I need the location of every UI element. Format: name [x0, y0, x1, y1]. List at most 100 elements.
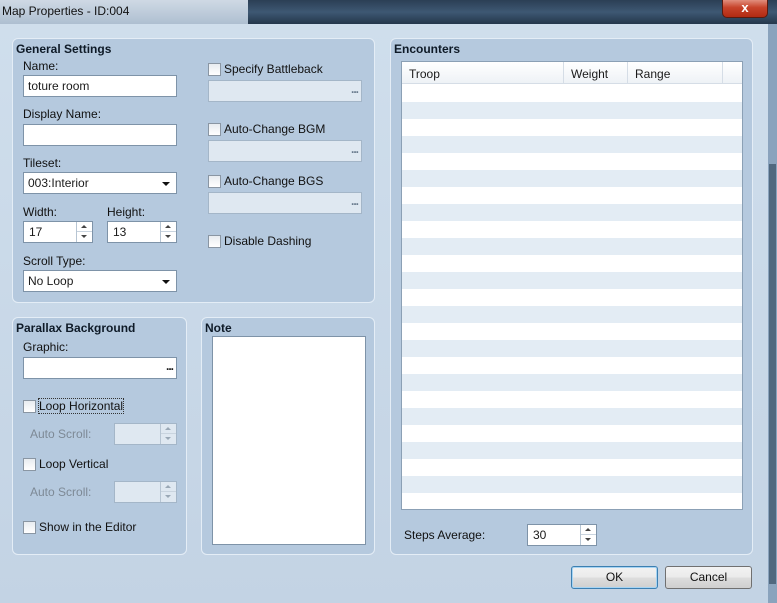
graphic-label: Graphic: [23, 340, 69, 354]
chevron-down-icon [162, 182, 170, 186]
table-row[interactable] [402, 391, 742, 408]
up-arrow-icon [161, 424, 176, 434]
height-up-arrow-icon[interactable] [161, 222, 176, 232]
parallax-background-title: Parallax Background [16, 321, 136, 335]
ok-button[interactable]: OK [571, 566, 658, 589]
checkbox-box[interactable] [23, 399, 36, 413]
table-row[interactable] [402, 187, 742, 204]
tileset-select[interactable]: 003:Interior [23, 172, 177, 194]
table-row[interactable] [402, 221, 742, 238]
width-label: Width: [23, 205, 58, 219]
note-title: Note [205, 321, 232, 335]
loop-vertical-checkbox[interactable]: Loop Vertical [23, 456, 108, 472]
chevron-down-icon [162, 280, 170, 284]
scroll-type-value: No Loop [28, 274, 74, 288]
table-row[interactable] [402, 85, 742, 102]
ellipsis-icon[interactable]: ... [166, 359, 174, 373]
disable-dashing-checkbox[interactable]: Disable Dashing [208, 233, 311, 249]
checkbox-box[interactable] [208, 234, 221, 248]
checkbox-box[interactable] [23, 457, 36, 471]
encounters-table-header: Troop Weight Range [402, 62, 742, 84]
steps-average-label: Steps Average: [404, 528, 486, 542]
parallax-background-group: Parallax Background Graphic: ... Loop Ho… [12, 317, 187, 555]
column-range[interactable]: Range [628, 62, 723, 84]
steps-average-stepper[interactable]: 30 [527, 524, 597, 546]
table-row[interactable] [402, 238, 742, 255]
column-weight[interactable]: Weight [564, 62, 628, 84]
table-row[interactable] [402, 357, 742, 374]
auto-change-bgm-label: Auto-Change BGM [224, 122, 326, 136]
auto-scroll-label-vertical: Auto Scroll: [30, 485, 92, 499]
table-row[interactable] [402, 340, 742, 357]
loop-horizontal-label: Loop Horizontal [37, 398, 125, 414]
width-down-arrow-icon[interactable] [77, 232, 92, 242]
checkbox-box[interactable] [208, 122, 221, 136]
ellipsis-icon: ... [350, 82, 359, 96]
auto-change-bgs-checkbox[interactable]: Auto-Change BGS [208, 173, 323, 189]
bgm-field: ... [208, 140, 362, 162]
steps-up-arrow-icon[interactable] [581, 525, 596, 535]
encounters-group: Encounters Troop Weight Range Steps Aver… [390, 38, 753, 555]
table-row[interactable] [402, 272, 742, 289]
display-name-field[interactable] [23, 124, 177, 146]
checkbox-box[interactable] [208, 62, 221, 76]
loop-vertical-label: Loop Vertical [39, 457, 109, 471]
disable-dashing-label: Disable Dashing [224, 234, 312, 248]
encounters-table[interactable]: Troop Weight Range [401, 61, 743, 510]
tileset-value: 003:Interior [28, 176, 89, 190]
table-row[interactable] [402, 323, 742, 340]
auto-change-bgm-checkbox[interactable]: Auto-Change BGM [208, 121, 325, 137]
show-in-editor-checkbox[interactable]: Show in the Editor [23, 519, 136, 535]
scroll-type-select[interactable]: No Loop [23, 270, 177, 292]
width-up-arrow-icon[interactable] [77, 222, 92, 232]
down-arrow-icon [161, 434, 176, 444]
column-troop[interactable]: Troop [402, 62, 564, 84]
table-row[interactable] [402, 306, 742, 323]
height-down-arrow-icon[interactable] [161, 232, 176, 242]
background-scrollbar [768, 24, 777, 603]
show-in-editor-label: Show in the Editor [39, 520, 137, 534]
note-textarea[interactable] [212, 336, 366, 545]
auto-scroll-vertical-stepper [114, 481, 177, 503]
checkbox-box[interactable] [23, 520, 36, 534]
height-label: Height: [107, 205, 146, 219]
table-row[interactable] [402, 425, 742, 442]
width-stepper[interactable]: 17 [23, 221, 93, 243]
table-row[interactable] [402, 153, 742, 170]
checkbox-box[interactable] [208, 174, 221, 188]
steps-down-arrow-icon[interactable] [581, 535, 596, 545]
name-field[interactable]: toture room [23, 75, 177, 97]
table-row[interactable] [402, 136, 742, 153]
loop-horizontal-checkbox[interactable]: Loop Horizontal [23, 398, 125, 414]
close-button[interactable]: x [722, 0, 768, 18]
table-row[interactable] [402, 442, 742, 459]
table-row[interactable] [402, 119, 742, 136]
window-title: Map Properties - ID:004 [2, 4, 130, 18]
bgs-field: ... [208, 192, 362, 214]
scroll-type-label: Scroll Type: [23, 254, 86, 268]
table-row[interactable] [402, 255, 742, 272]
table-row[interactable] [402, 204, 742, 221]
battleback-field: ... [208, 80, 362, 102]
table-row[interactable] [402, 374, 742, 391]
table-row[interactable] [402, 289, 742, 306]
table-row[interactable] [402, 102, 742, 119]
table-row[interactable] [402, 459, 742, 476]
table-row[interactable] [402, 408, 742, 425]
cancel-button[interactable]: Cancel [665, 566, 752, 589]
general-settings-title: General Settings [16, 42, 112, 56]
title-bar: Map Properties - ID:004 x [0, 0, 777, 24]
table-row[interactable] [402, 170, 742, 187]
auto-scroll-label-horizontal: Auto Scroll: [30, 427, 92, 441]
name-label: Name: [23, 59, 59, 73]
specify-battleback-checkbox[interactable]: Specify Battleback [208, 61, 323, 77]
height-stepper[interactable]: 13 [107, 221, 177, 243]
dialog-client: General Settings Name: toture room Displ… [0, 24, 768, 603]
table-row[interactable] [402, 476, 742, 493]
auto-scroll-horizontal-stepper [114, 423, 177, 445]
ellipsis-icon: ... [350, 142, 359, 156]
table-row[interactable] [402, 493, 742, 509]
ellipsis-icon: ... [350, 194, 359, 208]
graphic-field[interactable]: ... [23, 357, 177, 379]
auto-change-bgs-label: Auto-Change BGS [224, 174, 324, 188]
